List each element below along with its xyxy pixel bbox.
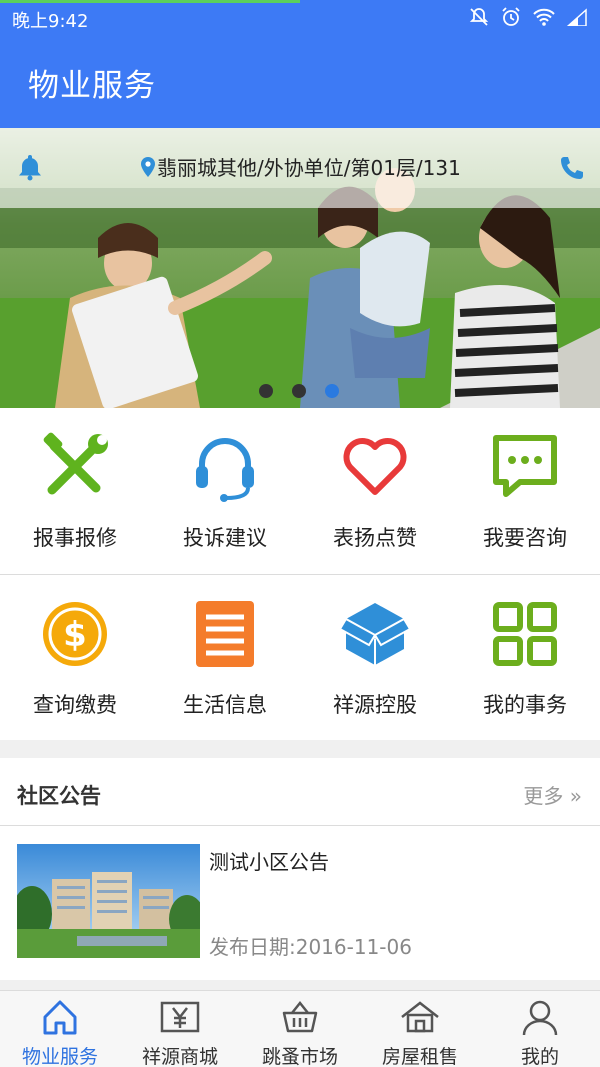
page-load-progress (0, 0, 300, 3)
grid-icon (493, 602, 557, 666)
service-payment[interactable]: $ 查询缴费 (0, 575, 150, 741)
service-repair[interactable]: 报事报修 (0, 408, 150, 574)
service-label: 我要咨询 (483, 526, 567, 550)
service-label: 报事报修 (33, 526, 117, 550)
notice-thumbnail (17, 844, 200, 958)
tools-icon (43, 432, 108, 495)
house-icon (401, 1001, 439, 1033)
nav-property-service[interactable]: 物业服务 (0, 991, 120, 1067)
wifi-icon (532, 7, 556, 33)
banner-carousel[interactable]: 翡丽城其他/外协单位/第01层/131 (0, 128, 600, 408)
home-icon (43, 1000, 77, 1035)
service-life-info[interactable]: 生活信息 (150, 575, 300, 741)
notice-item[interactable]: 测试小区公告 发布日期:2016-11-06 (0, 826, 600, 978)
service-holdings[interactable]: 祥源控股 (300, 575, 450, 741)
coin-icon: $ (43, 602, 107, 666)
yen-icon (160, 1001, 200, 1033)
service-label: 投诉建议 (183, 526, 267, 550)
address-text[interactable]: 翡丽城其他/外协单位/第01层/131 (157, 152, 461, 181)
service-grid: 报事报修 投诉建议 表扬点赞 我要咨询 $ 查询缴费 生活信息 祥源控股 我的事… (0, 408, 600, 740)
address-bar: 翡丽城其他/外协单位/第01层/131 (0, 128, 600, 208)
signal-icon (566, 8, 588, 32)
chat-icon (493, 435, 557, 497)
user-icon (522, 1000, 558, 1036)
carousel-dot[interactable] (259, 384, 273, 398)
document-icon (196, 601, 254, 667)
page-title: 物业服务 (28, 68, 156, 104)
service-complaint[interactable]: 投诉建议 (150, 408, 300, 574)
community-notice-section: 社区公告 更多 » 测试小区公告 发布日期:2016-11-06 (0, 758, 600, 980)
service-praise[interactable]: 表扬点赞 (300, 408, 450, 574)
location-icon (141, 157, 155, 177)
nav-mine[interactable]: 我的 (480, 991, 600, 1067)
service-my-affairs[interactable]: 我的事务 (450, 575, 600, 741)
bell-icon[interactable] (14, 151, 46, 183)
bottom-nav: 物业服务 祥源商城 跳蚤市场 房屋租售 我的 (0, 990, 600, 1067)
notice-date: 发布日期:2016-11-06 (209, 935, 412, 959)
nav-housing[interactable]: 房屋租售 (360, 991, 480, 1067)
app-bar: 物业服务 (0, 36, 600, 128)
more-link[interactable]: 更多 » (523, 780, 582, 809)
service-row: 报事报修 投诉建议 表扬点赞 我要咨询 (0, 408, 600, 574)
heart-icon (343, 438, 407, 495)
notice-header: 社区公告 更多 » (0, 758, 600, 826)
status-bar: 晚上9:42 (0, 0, 600, 36)
box-icon (340, 603, 410, 665)
carousel-indicator (259, 384, 339, 398)
svg-text:$: $ (63, 615, 87, 655)
basket-icon (282, 1000, 318, 1033)
notice-item-title: 测试小区公告 (209, 850, 329, 874)
phone-icon[interactable] (558, 154, 586, 182)
nav-label: 房屋租售 (381, 1046, 458, 1067)
carousel-dot-active[interactable] (325, 384, 339, 398)
carousel-dot[interactable] (292, 384, 306, 398)
status-icons (468, 6, 588, 34)
nav-label: 跳蚤市场 (261, 1046, 338, 1067)
screen: 晚上9:42 物业服务 翡丽城其他/外协单位/第01层/131 报事报修 投诉建… (0, 0, 600, 1067)
nav-flea-market[interactable]: 跳蚤市场 (240, 991, 360, 1067)
notice-section-title: 社区公告 (17, 784, 101, 808)
service-label: 查询缴费 (33, 693, 117, 717)
service-label: 我的事务 (483, 693, 567, 717)
service-consult[interactable]: 我要咨询 (450, 408, 600, 574)
service-label: 表扬点赞 (333, 526, 417, 550)
headset-icon (196, 438, 254, 502)
service-row: $ 查询缴费 生活信息 祥源控股 我的事务 (0, 574, 600, 740)
service-label: 祥源控股 (333, 693, 417, 717)
nav-mall[interactable]: 祥源商城 (120, 991, 240, 1067)
mute-icon (468, 6, 490, 34)
nav-label: 祥源商城 (141, 1046, 218, 1067)
status-time: 晚上9:42 (12, 11, 89, 32)
alarm-icon (500, 6, 522, 34)
service-label: 生活信息 (183, 693, 267, 717)
nav-label: 物业服务 (21, 1046, 98, 1067)
nav-label: 我的 (520, 1046, 559, 1067)
